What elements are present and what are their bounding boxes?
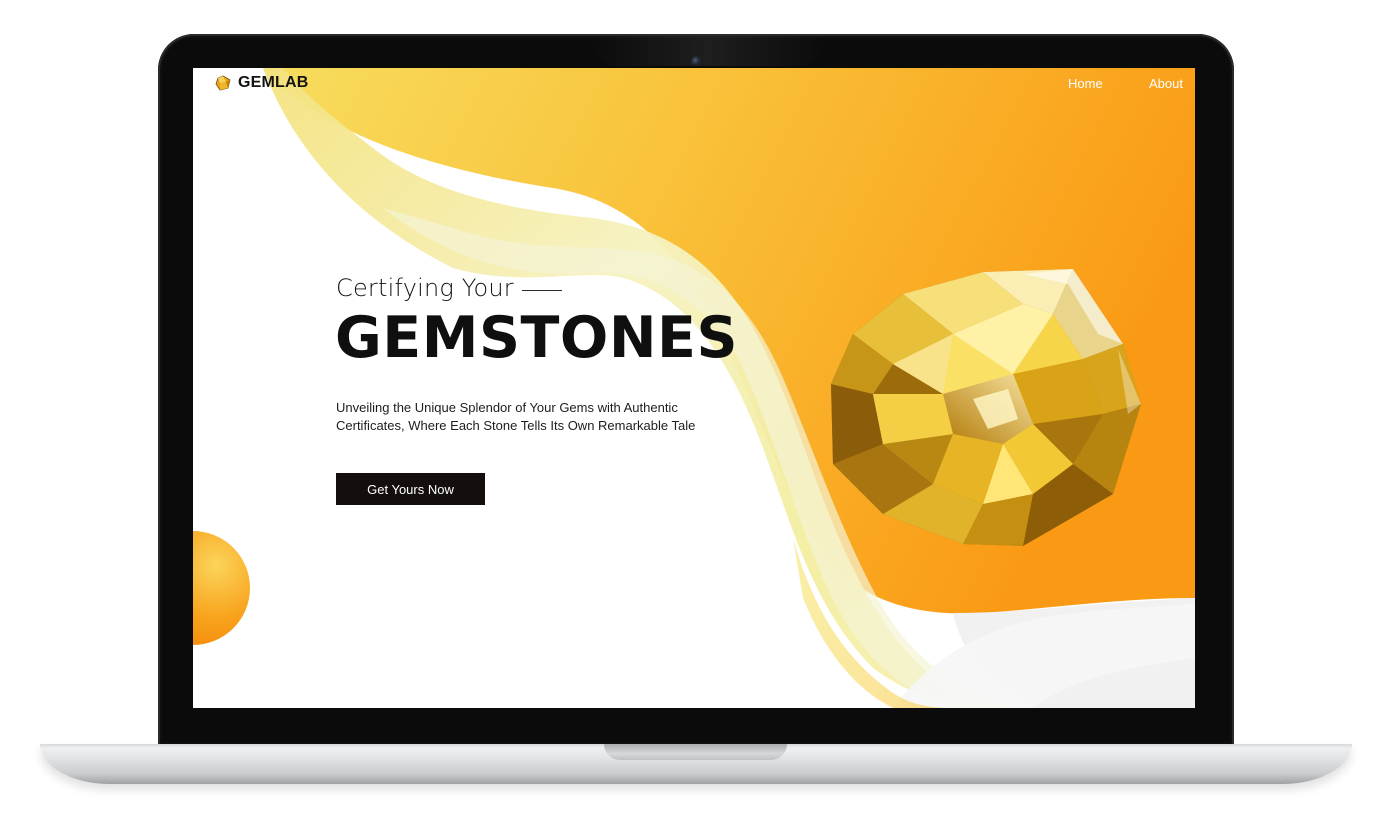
brand-logo[interactable]: GEMLAB [214, 74, 309, 92]
top-navigation: GEMLAB Home About [193, 68, 1195, 100]
nav-link-about[interactable]: About [1149, 76, 1183, 91]
brand-name: GEMLAB [238, 74, 309, 91]
hero-kicker: Certifying Your [336, 274, 562, 302]
get-yours-now-button[interactable]: Get Yours Now [336, 473, 485, 505]
hero-headline: GEMSTONES [335, 305, 739, 371]
hero-description: Unveiling the Unique Splendor of Your Ge… [336, 400, 696, 433]
lid-glare [588, 36, 828, 66]
hero-kicker-text: Certifying Your [336, 274, 514, 302]
gem-logo-icon [215, 75, 231, 91]
yellow-gemstone-image [831, 269, 1141, 546]
laptop-screen: GEMLAB Home About Certifying Your GEMSTO… [193, 68, 1195, 708]
laptop-mockup: GEMLAB Home About Certifying Your GEMSTO… [0, 0, 1399, 833]
webcam-icon [691, 56, 701, 66]
nav-link-home[interactable]: Home [1068, 76, 1103, 91]
kicker-divider-line [521, 289, 562, 291]
laptop-notch [604, 744, 787, 760]
